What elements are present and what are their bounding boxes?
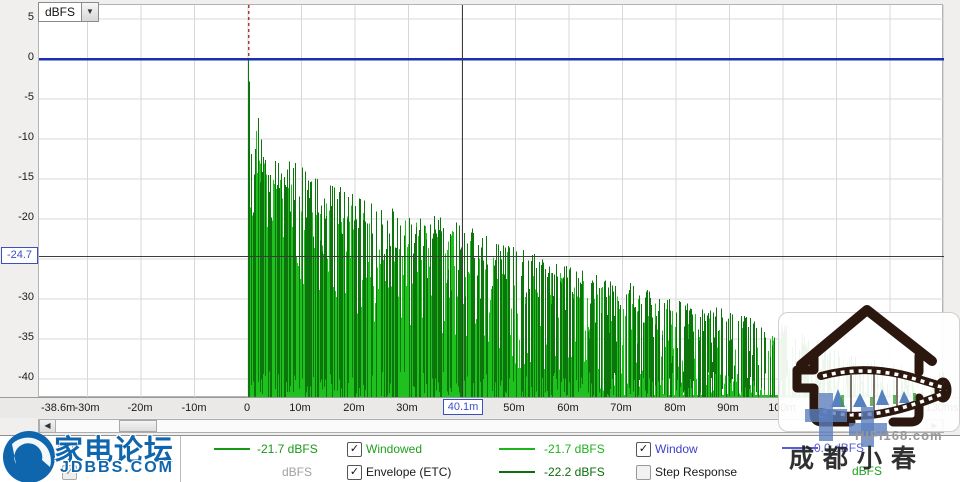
trace2-checkbox[interactable]: ✓ — [62, 465, 77, 480]
scroll-right-icon[interactable]: ▶ — [926, 420, 943, 432]
impulse-swatch — [214, 448, 250, 450]
scrollbar-thumb[interactable] — [119, 420, 157, 432]
x-tick-label: 60m — [557, 402, 578, 414]
y-tick-label: -40 — [0, 371, 34, 383]
windowed-checkbox[interactable]: ✓ — [347, 442, 362, 457]
x-tick-label: 0 — [244, 402, 250, 414]
trace1-checkbox[interactable]: ✓ — [58, 441, 73, 456]
scroll-left-icon[interactable]: ◀ — [39, 420, 56, 432]
step-response-checkbox[interactable]: ✓ — [636, 465, 651, 480]
x-tick-label: -38.6m — [41, 402, 75, 414]
x-tick-label: 50m — [503, 402, 524, 414]
impulse-cursor-value: -21.7 dBFS — [257, 442, 318, 456]
windowed-cursor-value: -21.7 dBFS — [544, 442, 605, 456]
windowed-label[interactable]: Windowed — [366, 442, 422, 456]
envelope-checkbox[interactable]: ✓ — [347, 465, 362, 480]
x-tick-label: 20m — [343, 402, 364, 414]
unit-label-gray: dBFS — [282, 465, 312, 479]
y-tick-label: -30 — [0, 291, 34, 303]
x-tick-label: 110m — [822, 402, 849, 414]
x-tick-label: 130ms — [925, 402, 958, 414]
x-tick-label: 80m — [664, 402, 685, 414]
x-tick-label: 70m — [610, 402, 631, 414]
y-tick-label: 5 — [0, 11, 34, 23]
x-cursor-value: 40.1m — [443, 399, 483, 415]
y-tick-label: -35 — [0, 331, 34, 343]
window-label[interactable]: Window — [655, 442, 698, 456]
envelope-cursor-value: -22.2 dBFS — [544, 465, 605, 479]
envelope-label[interactable]: Envelope (ETC) — [366, 465, 451, 479]
windowed-swatch — [499, 448, 535, 450]
envelope-swatch — [499, 471, 535, 473]
step-response-label[interactable]: Step Response — [655, 465, 737, 479]
chevron-down-icon[interactable]: ▼ — [81, 2, 99, 22]
impulse-response-window: 5 0 -5 -10 -15 -20 -30 -35 -40 -24.7 dBFS ▼ -38.… — [0, 0, 960, 482]
y-tick-label: 0 — [0, 51, 34, 63]
etc-plot-area[interactable] — [38, 4, 943, 397]
window-checkbox[interactable]: ✓ — [636, 442, 651, 457]
y-tick-label: -10 — [0, 131, 34, 143]
time-scrollbar[interactable]: ◀ ▶ — [38, 419, 944, 433]
legend-divider — [180, 436, 181, 482]
x-tick-label: -20m — [127, 402, 152, 414]
x-tick-label: 30m — [396, 402, 417, 414]
x-tick-label: -30m — [74, 402, 99, 414]
y-cursor-value: -24.7 — [1, 247, 38, 264]
window-cursor-value: 0.0 dBFS — [814, 441, 864, 455]
x-tick-label: 90m — [717, 402, 738, 414]
y-tick-label: -15 — [0, 171, 34, 183]
x-tick-label: 120m — [875, 402, 903, 414]
x-tick-label: -10m — [181, 402, 206, 414]
x-tick-label: 10m — [289, 402, 310, 414]
etc-chart-svg — [39, 5, 944, 398]
unit-label-green: dBFS — [852, 464, 882, 478]
window-swatch — [782, 447, 818, 449]
y-tick-label: -5 — [0, 91, 34, 103]
x-tick-label: 100m — [768, 402, 796, 414]
legend-panel: ✓ ✓ -21.7 dBFS ✓ Windowed -21.7 dBFS ✓ W… — [0, 435, 960, 482]
y-tick-label: -20 — [0, 211, 34, 223]
